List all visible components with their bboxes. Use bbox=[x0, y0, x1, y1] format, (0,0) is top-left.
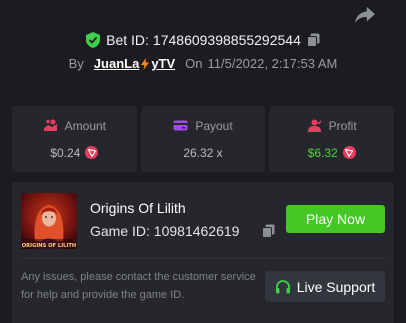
by-label: By bbox=[68, 56, 84, 71]
stat-amount-label: Amount bbox=[64, 118, 107, 133]
play-now-button[interactable]: Play Now bbox=[286, 205, 385, 233]
copy-game-id-icon[interactable] bbox=[262, 224, 275, 238]
divider bbox=[21, 258, 385, 259]
bet-stats: Amount $0.24 Payout 26.32 x Profit $6.32 bbox=[12, 106, 395, 172]
support-help-text: Any issues, please contact the customer … bbox=[21, 271, 256, 301]
game-card: ORIGINS OF LILITH Origins Of Lilith Game… bbox=[12, 182, 394, 323]
stat-profit-label: Profit bbox=[328, 118, 357, 133]
bet-id-value: 1748609398855292544 bbox=[152, 32, 301, 48]
verified-shield-icon bbox=[86, 32, 101, 48]
tron-icon bbox=[85, 146, 99, 159]
username-link[interactable]: JuanLa yTV bbox=[94, 56, 175, 71]
share-icon[interactable] bbox=[354, 5, 376, 25]
thumb-logo-text: ORIGINS OF LILITH bbox=[22, 243, 77, 249]
profit-icon bbox=[307, 119, 322, 132]
stat-payout: Payout 26.32 x bbox=[140, 106, 266, 172]
game-thumbnail[interactable]: ORIGINS OF LILITH bbox=[21, 193, 77, 249]
tron-icon bbox=[342, 146, 356, 159]
stat-payout-value: 26.32 x bbox=[183, 145, 223, 160]
wallet-icon bbox=[173, 120, 188, 131]
bet-datetime: 11/5/2022, 2:17:53 AM bbox=[207, 56, 338, 71]
copy-bet-id-icon[interactable] bbox=[306, 33, 320, 47]
stat-profit: Profit $6.32 bbox=[269, 106, 395, 172]
username-part-2: yTV bbox=[151, 56, 176, 71]
stat-amount: Amount $0.24 bbox=[12, 106, 137, 172]
stat-payout-label: Payout bbox=[195, 118, 233, 133]
live-support-button[interactable]: Live Support bbox=[265, 271, 385, 302]
username-part-1: JuanLa bbox=[93, 56, 140, 71]
game-id: Game ID: 10981462619 bbox=[90, 223, 240, 239]
headset-icon bbox=[275, 279, 290, 293]
author-line: By JuanLa yTV On 11/5/2022, 2:17:53 AM bbox=[0, 56, 406, 71]
coins-icon bbox=[43, 119, 57, 131]
lightning-icon bbox=[141, 57, 150, 70]
stat-amount-value: $0.24 bbox=[50, 145, 81, 160]
stat-profit-value: $6.32 bbox=[307, 145, 338, 160]
bet-id-line: Bet ID: 1748609398855292544 bbox=[0, 32, 406, 48]
live-support-label: Live Support bbox=[296, 278, 376, 295]
bet-id-label: Bet ID: bbox=[106, 32, 149, 48]
on-label: On bbox=[185, 56, 203, 71]
game-title: Origins Of Lilith bbox=[90, 200, 186, 216]
